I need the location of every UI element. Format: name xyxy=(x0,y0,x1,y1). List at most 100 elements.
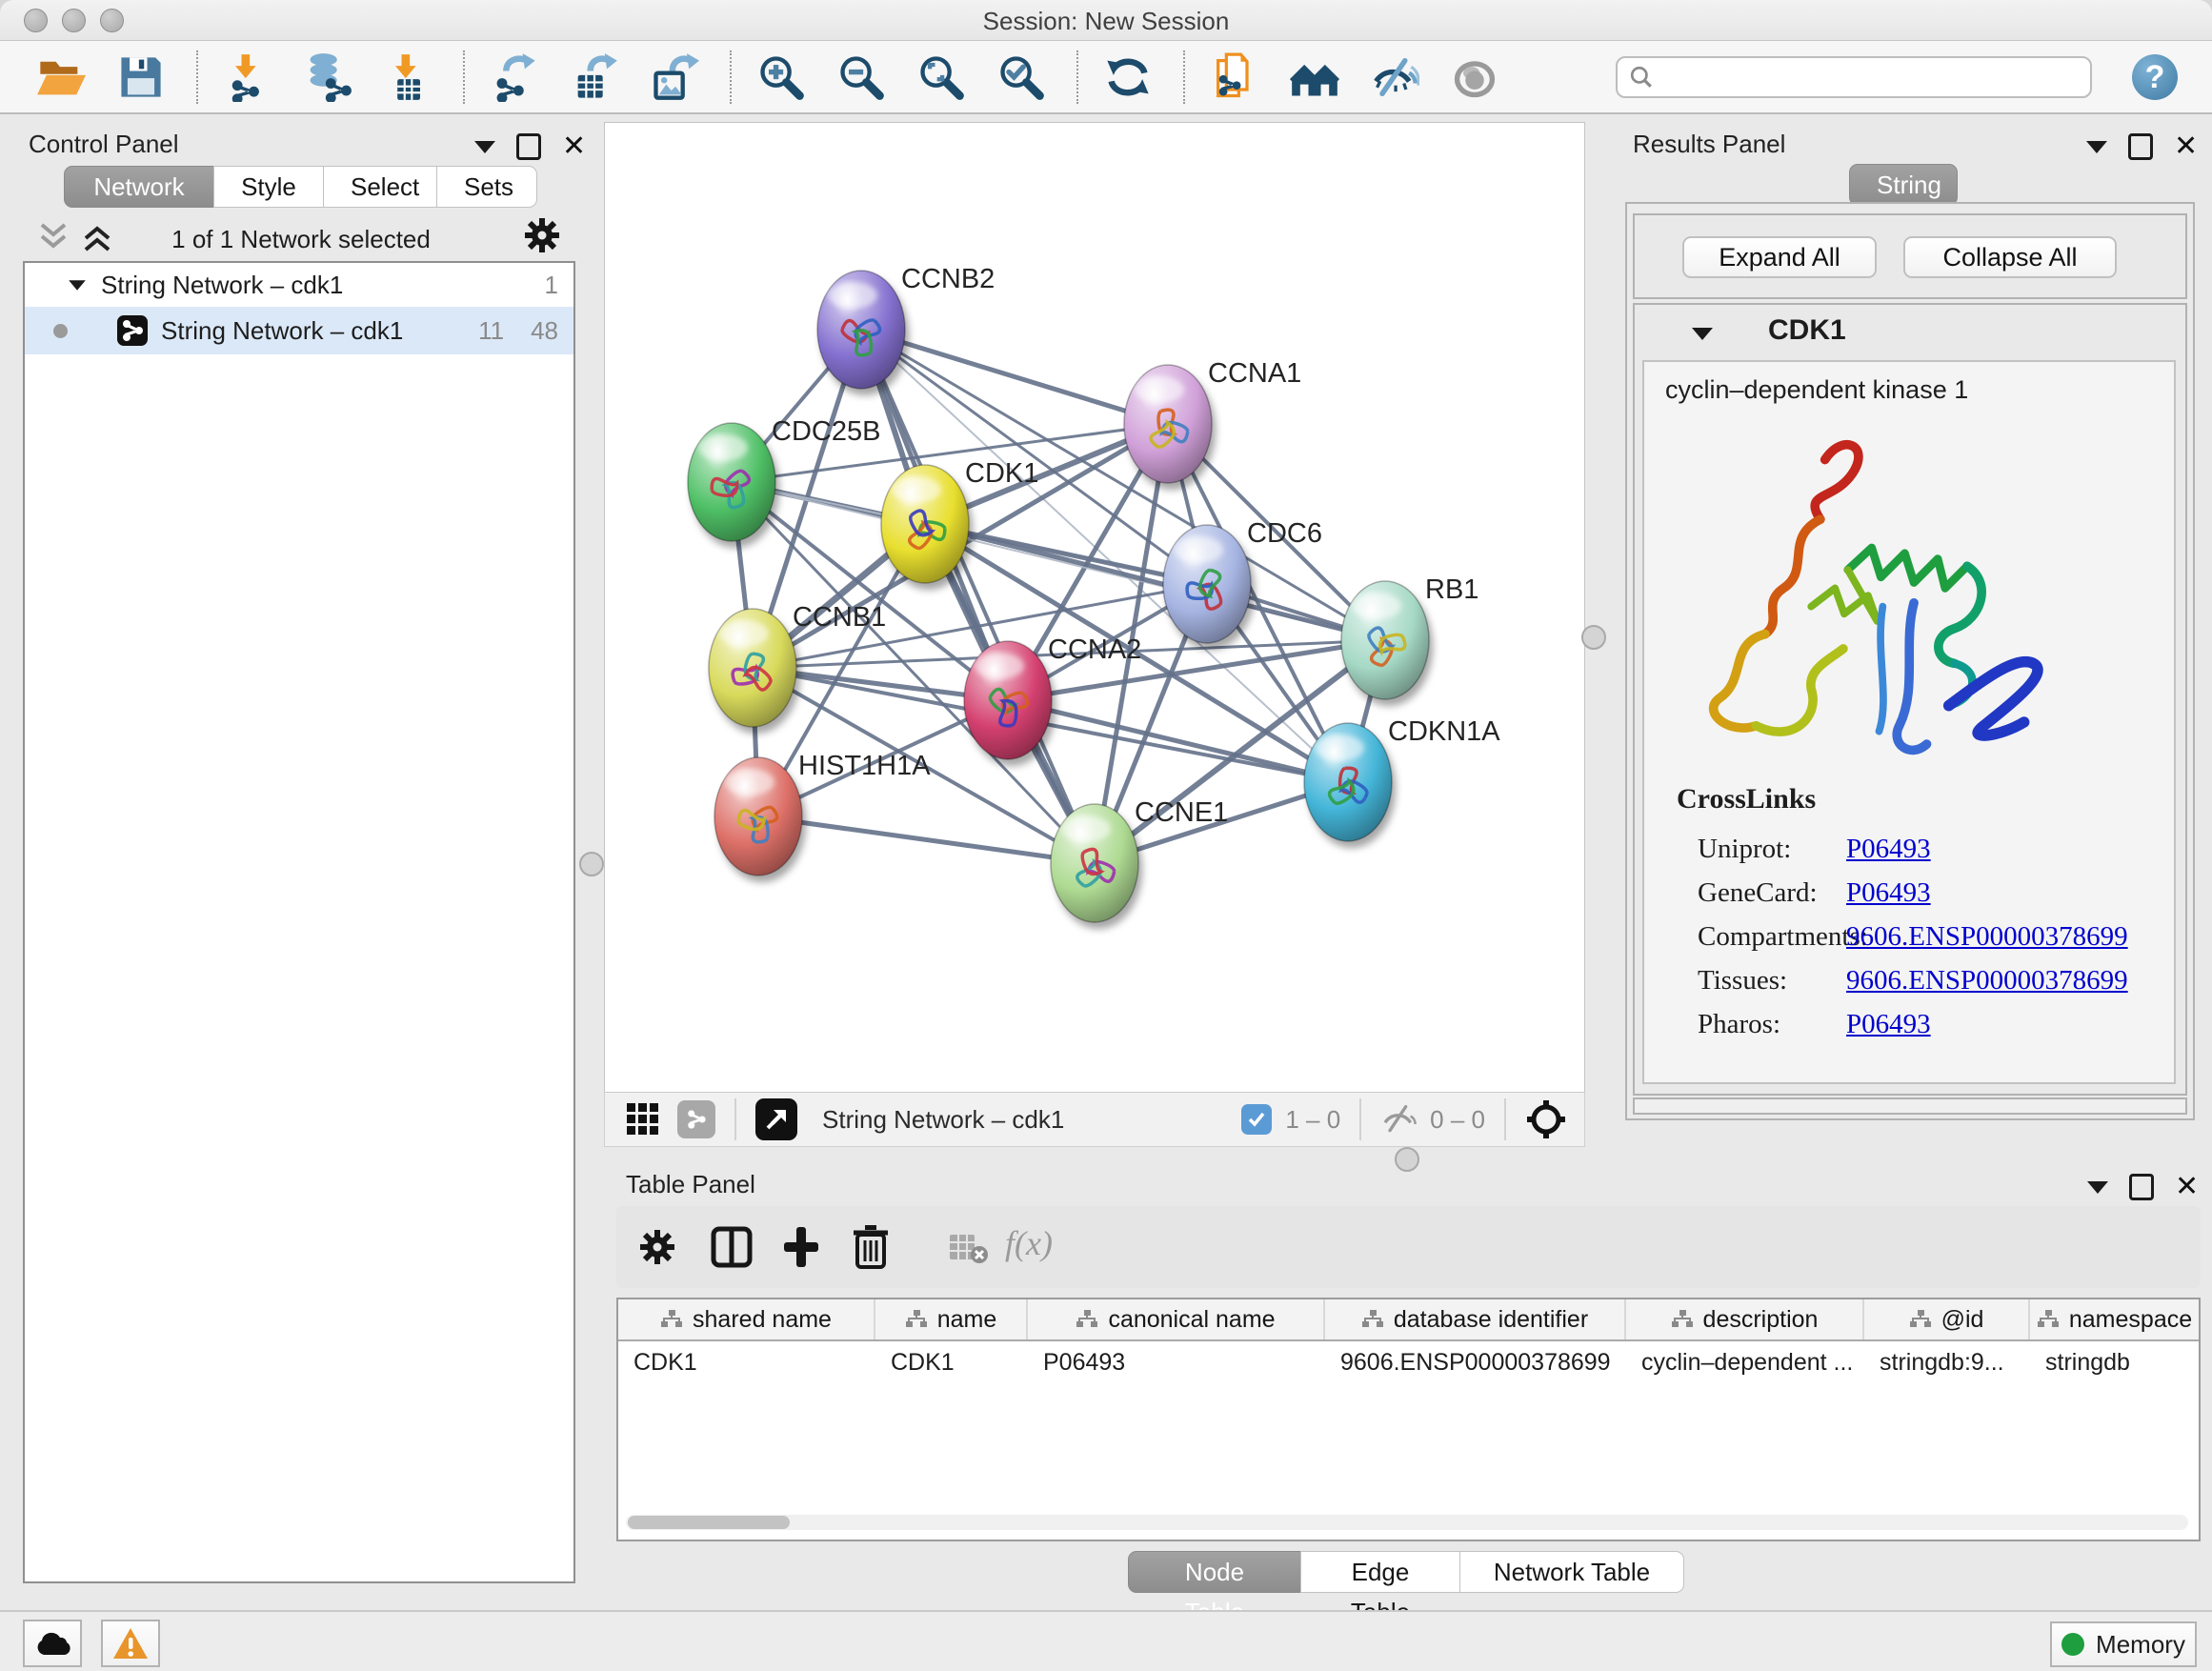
cloud-button[interactable] xyxy=(23,1620,82,1667)
open-in-new-window-icon[interactable] xyxy=(755,1098,797,1140)
network-node[interactable] xyxy=(1051,804,1138,922)
toolbar-separator xyxy=(1183,50,1185,104)
gear-icon[interactable] xyxy=(637,1227,677,1267)
import-network-file-icon[interactable] xyxy=(223,52,272,102)
network-edge[interactable] xyxy=(758,816,1095,863)
panel-menu-icon[interactable] xyxy=(2087,1181,2108,1194)
float-panel-icon[interactable] xyxy=(2129,1174,2154,1200)
help-icon[interactable]: ? xyxy=(2132,54,2178,100)
right-splitter-handle[interactable] xyxy=(1581,625,1606,650)
memory-button[interactable]: Memory xyxy=(2050,1621,2197,1667)
gear-icon[interactable] xyxy=(522,215,562,255)
results-panel: Results Panel ✕ String Expand All Collap… xyxy=(1619,122,2201,1120)
hide-selected-eye-slash-icon[interactable] xyxy=(1370,52,1419,102)
network-edge[interactable] xyxy=(861,330,1168,424)
network-node[interactable] xyxy=(714,757,802,876)
gene-detail-box: cyclin–dependent kinase 1 xyxy=(1642,360,2176,1084)
network-node[interactable] xyxy=(709,609,796,727)
table-toolbar: f(x) xyxy=(616,1206,2201,1288)
crosslink-value[interactable]: P06493 xyxy=(1846,871,2128,915)
zoom-selected-icon[interactable] xyxy=(996,52,1046,102)
zoom-in-icon[interactable] xyxy=(756,52,806,102)
network-node[interactable] xyxy=(688,423,775,541)
new-network-from-selection-icon[interactable] xyxy=(1210,52,1259,102)
plus-icon[interactable] xyxy=(780,1225,822,1269)
crosslink-value[interactable]: 9606.ENSP00000378699 xyxy=(1846,915,2128,958)
gene-disclosure-icon[interactable] xyxy=(1692,328,1713,340)
network-graph[interactable]: CCNB2CCNA1CDC25BCDK1CDC6RB1CCNB1CCNA2CDK… xyxy=(605,123,1584,1093)
warning-button[interactable] xyxy=(101,1620,160,1667)
disclosure-triangle-icon[interactable] xyxy=(69,280,86,290)
column-header[interactable]: namespace xyxy=(2030,1299,2199,1339)
tab-network-table[interactable]: Network Table xyxy=(1459,1551,1684,1593)
network-node[interactable] xyxy=(964,641,1052,759)
crosslink-value[interactable]: P06493 xyxy=(1846,1002,2128,1046)
close-panel-icon[interactable]: ✕ xyxy=(562,136,586,157)
column-header[interactable]: description xyxy=(1626,1299,1864,1339)
open-session-icon[interactable] xyxy=(36,52,86,102)
float-panel-icon[interactable] xyxy=(2128,133,2153,160)
houses-icon[interactable] xyxy=(1290,52,1339,102)
network-canvas[interactable]: CCNB2CCNA1CDC25BCDK1CDC6RB1CCNB1CCNA2CDK… xyxy=(604,122,1585,1094)
tab-sets[interactable]: Sets xyxy=(436,166,537,208)
scrollbar-thumb[interactable] xyxy=(628,1516,790,1529)
expand-all-button[interactable]: Expand All xyxy=(1682,236,1877,278)
import-network-database-icon[interactable] xyxy=(303,52,352,102)
network-edge[interactable] xyxy=(861,330,1095,863)
save-session-icon[interactable] xyxy=(116,52,166,102)
protein-structure-image xyxy=(1671,423,2061,772)
left-splitter-handle[interactable] xyxy=(579,852,604,876)
table-row[interactable]: CDK1 CDK1 P06493 9606.ENSP00000378699 cy… xyxy=(618,1341,2199,1383)
network-node[interactable] xyxy=(1163,525,1251,643)
column-header[interactable]: database identifier xyxy=(1325,1299,1626,1339)
crosslink-label: Uniprot: xyxy=(1698,827,1868,871)
zoom-out-icon[interactable] xyxy=(836,52,886,102)
crosshair-icon[interactable] xyxy=(1525,1098,1567,1140)
column-header[interactable]: @id xyxy=(1864,1299,2030,1339)
network-row-selected[interactable]: String Network – cdk1 11 48 xyxy=(25,307,573,354)
attribute-tree-icon xyxy=(1671,1309,1694,1330)
close-panel-icon[interactable]: ✕ xyxy=(2175,1177,2199,1198)
network-collection-row[interactable]: String Network – cdk1 1 xyxy=(25,263,573,307)
network-badge-share-icon[interactable] xyxy=(677,1100,715,1138)
crosslink-value[interactable]: P06493 xyxy=(1846,827,2128,871)
columns-icon[interactable] xyxy=(710,1225,754,1269)
panel-menu-icon[interactable] xyxy=(474,141,495,153)
tab-edge-table[interactable]: Edge Table xyxy=(1300,1551,1460,1593)
export-network-icon[interactable] xyxy=(490,52,539,102)
column-header[interactable]: canonical name xyxy=(1028,1299,1325,1339)
tab-style[interactable]: Style xyxy=(213,166,324,208)
zoom-fit-icon[interactable] xyxy=(916,52,966,102)
network-node[interactable] xyxy=(881,465,969,583)
float-panel-icon[interactable] xyxy=(516,133,541,160)
network-selection-status: 1 of 1 Network selected xyxy=(10,225,593,254)
column-header[interactable]: name xyxy=(875,1299,1028,1339)
panel-menu-icon[interactable] xyxy=(2086,141,2107,153)
export-table-icon[interactable] xyxy=(570,52,619,102)
show-all-eye-icon[interactable] xyxy=(1450,52,1499,102)
network-share-icon xyxy=(117,315,148,346)
refresh-icon[interactable] xyxy=(1103,52,1153,102)
tab-node-table[interactable]: Node Table xyxy=(1128,1551,1301,1593)
tab-string[interactable]: String xyxy=(1849,164,1958,206)
column-header[interactable]: shared name xyxy=(618,1299,875,1339)
export-image-icon[interactable] xyxy=(650,52,699,102)
collapse-all-button[interactable]: Collapse All xyxy=(1903,236,2117,278)
crosslink-label: Pharos: xyxy=(1698,1002,1868,1046)
selected-checkbox[interactable] xyxy=(1241,1104,1272,1135)
grid-view-icon[interactable] xyxy=(626,1102,660,1137)
tab-select[interactable]: Select xyxy=(323,166,437,208)
horizontal-scrollbar[interactable] xyxy=(626,1515,2188,1530)
tab-network[interactable]: Network xyxy=(64,166,214,208)
network-node[interactable] xyxy=(1341,581,1429,699)
trash-icon[interactable] xyxy=(851,1223,891,1271)
close-panel-icon[interactable]: ✕ xyxy=(2174,136,2198,157)
network-node[interactable] xyxy=(1124,365,1212,483)
network-node[interactable] xyxy=(1304,723,1392,841)
search-input[interactable] xyxy=(1616,56,2092,98)
toolbar-separator xyxy=(196,50,198,104)
crosslink-value[interactable]: 9606.ENSP00000378699 xyxy=(1846,958,2128,1002)
network-node[interactable] xyxy=(817,271,905,389)
import-table-icon[interactable] xyxy=(383,52,432,102)
edge-count: 48 xyxy=(531,316,558,346)
